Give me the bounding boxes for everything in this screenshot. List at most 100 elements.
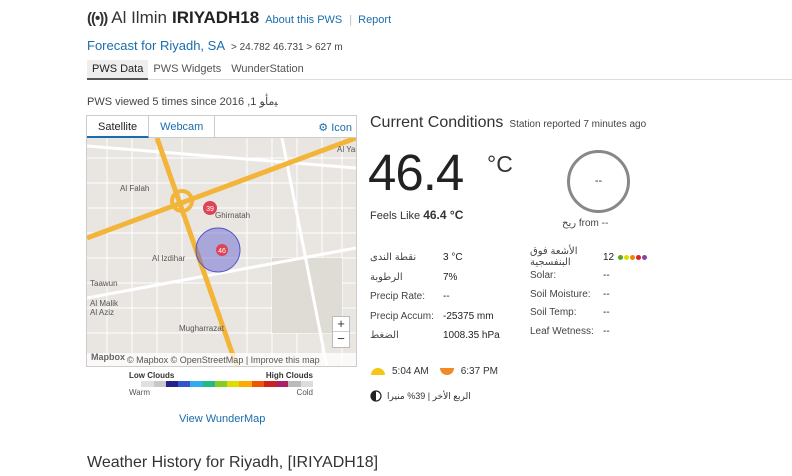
marker-label-1[interactable]: 39 [206,206,214,213]
map-label-taawun: Taawun [90,279,118,288]
about-pws-link[interactable]: About this PWS [265,14,342,26]
metric-row: Soil Temp: -- [530,304,660,323]
zoom-out-button[interactable]: − [333,332,349,347]
cloud-color-swatch [178,381,191,387]
cloud-color-swatch [153,381,166,387]
solar-value: -- [603,270,610,282]
report-link[interactable]: Report [358,14,391,26]
feels-like-value: 46.4 °C [423,208,464,222]
map-label-al-falah: Al Falah [120,184,149,193]
soil-moisture-label: Soil Moisture: [530,288,591,300]
map-label-al-yarmuk: Al Yar [337,145,356,154]
metric-row: نقطة الندى 3 °C [370,248,510,268]
map-attribution[interactable]: © Mapbox © OpenStreetMap | Improve this … [87,353,356,366]
cloud-color-swatch [129,381,142,387]
metric-row: Leaf Wetness: -- [530,322,660,341]
tab-satellite[interactable]: Satellite [87,116,150,138]
humidity-label: الرطوبة [370,271,403,283]
moon-phase-text: الربع الأخر | 39% منيرا [387,390,471,401]
dew-point-value: 3 °C [443,252,463,264]
subheader: Forecast for Riyadh, SA > 24.782 46.731 … [87,38,343,53]
precip-accum-value: -25375 mm [443,310,494,322]
sunrise-icon [371,368,385,375]
low-clouds-label: Low Clouds [129,371,175,380]
soil-moisture-value: -- [603,288,610,300]
precip-rate-value: -- [443,291,450,303]
forecast-link[interactable]: Forecast for Riyadh, SA [87,38,225,53]
map-canvas[interactable]: 39 46 Al Falah Ghirnatah Al Izdihar Taaw… [87,138,356,367]
feels-like-label: Feels Like [370,210,421,222]
station-name: Al Ilmin [111,8,167,27]
tab-webcam[interactable]: Webcam [149,116,216,138]
sunset-icon [439,368,454,375]
pws-tabs: PWS Data PWS Widgets WunderStation [87,60,792,80]
solar-label: Solar: [530,270,557,282]
metric-row: Soil Moisture: -- [530,285,660,304]
metric-row: Solar: -- [530,267,660,286]
conditions-left-table: نقطة الندى 3 °C الرطوبة 7% Precip Rate: -- … [370,248,510,346]
cloud-color-swatch [239,381,252,387]
cloud-color-swatch [300,381,313,387]
uv-dot [618,254,624,260]
map-label-al-malik: Al Malik [90,299,119,308]
uv-dot [630,254,636,260]
pressure-value: 1008.35 hPa [443,330,500,342]
leaf-wetness-value: -- [603,325,610,337]
cold-label: Cold [296,388,313,397]
cloud-color-swatch [288,381,301,387]
cloud-color-swatch [276,381,289,387]
station-header: ((•)) Al Ilmin IRIYADH18 About this PWS … [87,8,391,28]
view-count: PWS viewed 5 times since ﻴﻣﺄﻮ 1, 2016 [87,96,278,108]
uv-label: الأشعة فوق البنفسجية [530,246,578,269]
wind-compass: -- [567,150,630,213]
soil-temp-value: -- [603,307,610,319]
cloud-color-swatch [190,381,203,387]
cloud-color-swatch [251,381,264,387]
tab-wunderstation[interactable]: WunderStation [226,60,309,80]
separator: | [349,14,353,26]
station-map[interactable]: Satellite Webcam ⚙ Icon 39 46 Al Falah G… [86,115,357,367]
sunrise-time: 5:04 AM [392,366,429,377]
uv-dot [642,254,648,260]
tab-pws-widgets[interactable]: PWS Widgets [148,60,226,80]
zoom-in-button[interactable]: + [333,317,349,332]
tab-pws-data[interactable]: PWS Data [87,60,149,80]
cloud-color-bar [129,381,313,387]
conditions-right-table: الأشعة فوق البنفسجية 12 Solar: -- Soil Moi… [530,246,660,341]
station-id: IRIYADH18 [171,8,260,27]
map-label-mugharrazat: Mugharrazat [179,324,225,333]
map-label-al-aziz: Al Aziz [90,308,114,317]
humidity-value: 7% [443,271,458,283]
cloud-color-swatch [214,381,228,387]
uv-scale-icon [618,254,648,260]
view-wundermap-link[interactable]: View WunderMap [179,413,265,425]
mapbox-logo[interactable]: Mapbox [91,352,125,362]
cloud-color-swatch [141,381,154,387]
icon-toggle[interactable]: ⚙ Icon [318,116,356,137]
metric-row: الرطوبة 7% [370,268,510,288]
temperature-unit: °C [487,151,513,177]
metric-row: Precip Rate: -- [370,287,510,307]
uv-dot [624,254,630,260]
warm-label: Warm [129,388,151,397]
current-conditions-heading: Current Conditions [370,114,504,131]
precip-rate-label: Precip Rate: [370,291,426,303]
feels-like: Feels Like 46.4 °C [370,208,463,222]
sun-times: 5:04 AM 6:37 PM [370,366,498,377]
dew-point-label: نقطة الندى [370,252,417,264]
map-label-al-izdihar: Al Izdihar [152,254,186,263]
cloud-color-swatch [227,381,240,387]
leaf-wetness-label: Leaf Wetness: [530,325,594,337]
map-tabs: Satellite Webcam ⚙ Icon [87,116,356,138]
marker-label-2[interactable]: 46 [218,248,226,255]
uv-dot [636,254,642,260]
cloud-color-swatch [165,381,179,387]
current-temperature: 46.4 [368,144,464,201]
metric-row: الأشعة فوق البنفسجية 12 [530,246,660,269]
sunset-time: 6:37 PM [460,366,498,377]
current-conditions-title: Current Conditions Station reported 7 mi… [370,114,646,132]
metric-row: الضغط 1008.35 hPa [370,326,510,346]
map-label-ghirnatah: Ghirnatah [215,211,250,220]
soil-temp-label: Soil Temp: [530,307,577,319]
cloud-color-swatch [263,381,277,387]
